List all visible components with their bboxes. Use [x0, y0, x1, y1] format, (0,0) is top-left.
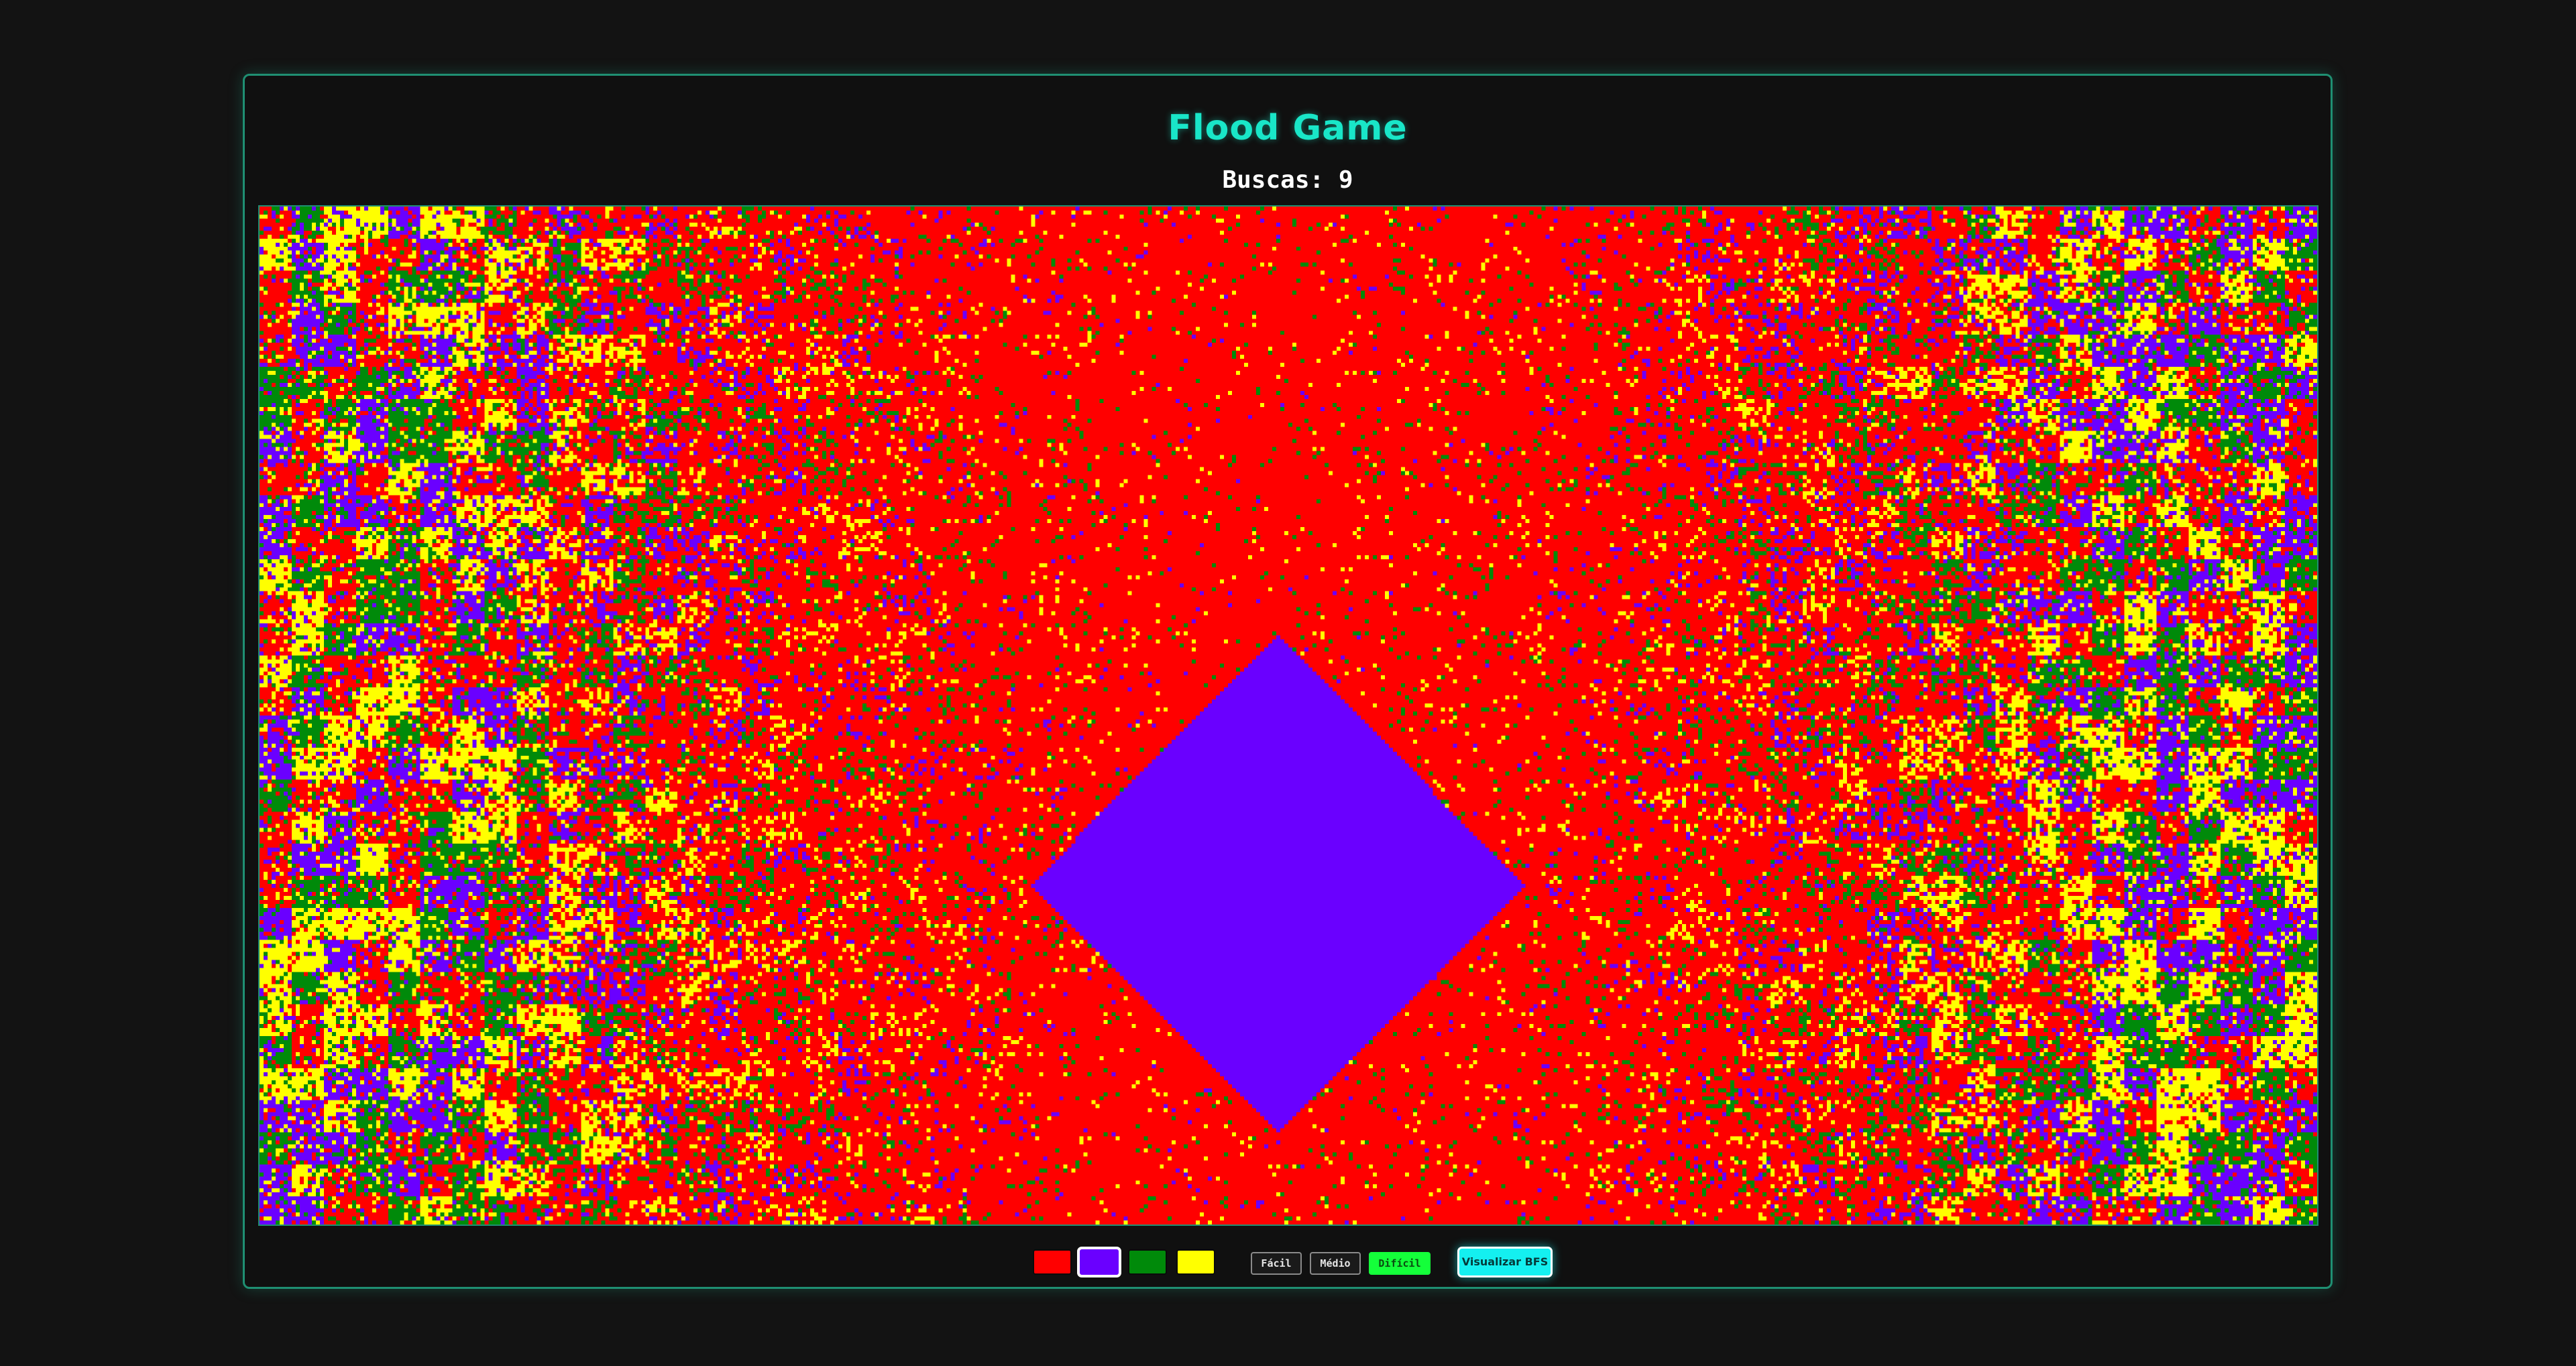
difficulty-easy-button[interactable]: Fácil — [1251, 1252, 1302, 1275]
flood-board[interactable] — [258, 205, 2318, 1226]
color-swatch-green[interactable] — [1128, 1249, 1167, 1275]
difficulty-medium-button[interactable]: Médio — [1310, 1252, 1361, 1275]
color-swatch-purple[interactable] — [1077, 1247, 1121, 1277]
game-title: Flood Game — [1168, 108, 1408, 148]
color-swatch-yellow[interactable] — [1176, 1249, 1215, 1275]
visualize-bfs-button[interactable]: Visualizar BFS — [1457, 1247, 1553, 1277]
controls-bar: Fácil Médio Difícil Visualizar BFS — [245, 1244, 2331, 1284]
app-stage: Flood Game Buscas: 9 Fácil Médio Difícil… — [0, 0, 2576, 1366]
search-counter: Buscas: 9 — [1222, 166, 1353, 194]
color-swatch-red[interactable] — [1033, 1249, 1072, 1275]
flood-board-canvas[interactable] — [260, 207, 2317, 1225]
game-panel: Flood Game Buscas: 9 Fácil Médio Difícil… — [243, 74, 2333, 1289]
difficulty-hard-button[interactable]: Difícil — [1369, 1252, 1431, 1275]
